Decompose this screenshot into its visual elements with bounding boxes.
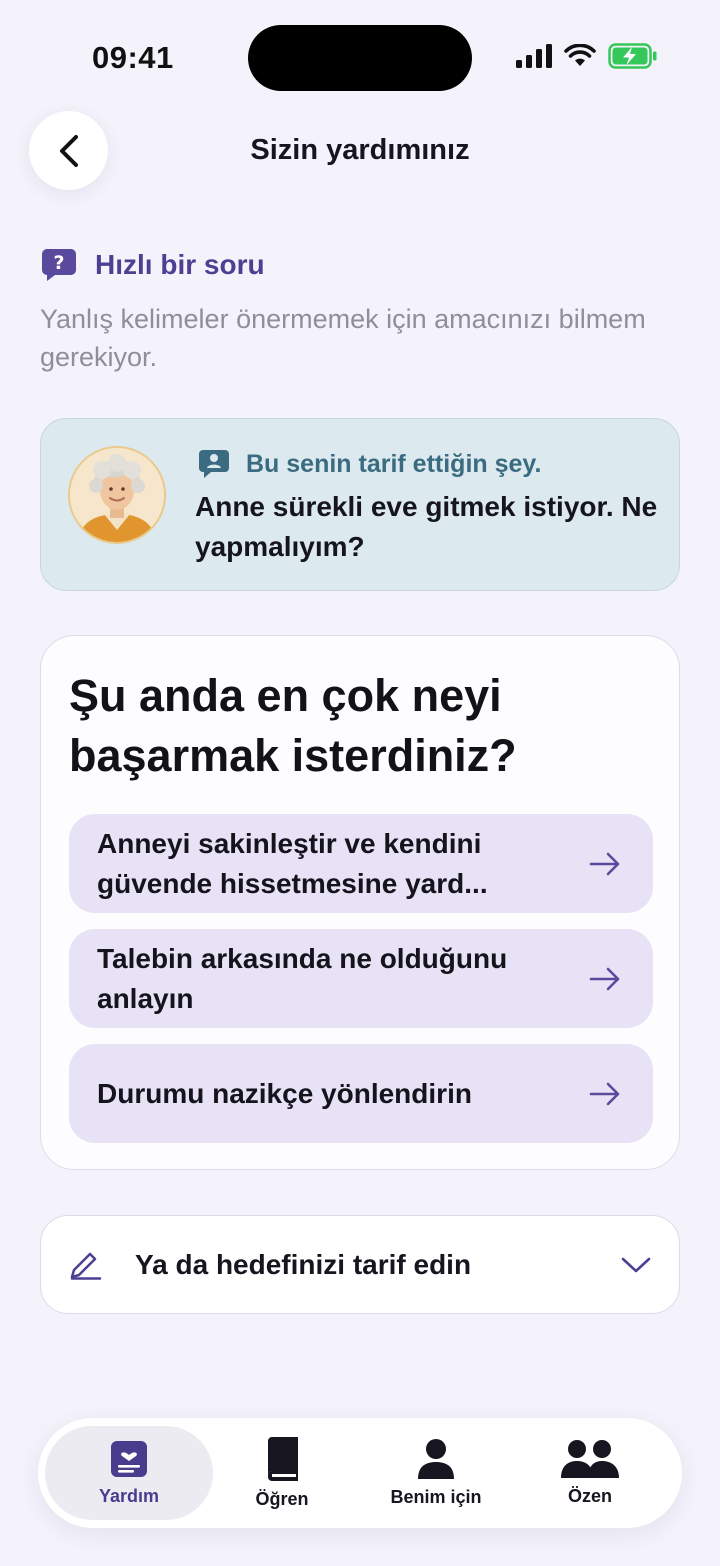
elderly-woman-avatar-icon bbox=[70, 448, 164, 542]
pencil-icon bbox=[70, 1252, 102, 1280]
describe-goal-label: Ya da hedefinizi tarif edin bbox=[135, 1248, 472, 1280]
arrow-right-icon bbox=[585, 1074, 625, 1114]
tab-ogren[interactable]: Öğren bbox=[206, 1418, 358, 1528]
tab-yardim[interactable]: Yardım bbox=[45, 1426, 213, 1520]
dynamic-island bbox=[248, 25, 472, 91]
goal-option-understand[interactable]: Talebin arkasında ne olduğunu anlayın bbox=[69, 929, 653, 1028]
svg-text:?: ? bbox=[53, 252, 64, 274]
status-bar: 09:41 bbox=[0, 0, 720, 110]
chat-person-icon bbox=[199, 450, 229, 478]
goal-option-label: Durumu nazikçe yönlendirin bbox=[97, 1077, 472, 1109]
person-icon bbox=[418, 1438, 454, 1479]
tab-label: Öğren bbox=[255, 1488, 309, 1509]
battery-charging-icon bbox=[608, 43, 657, 69]
status-time: 09:41 bbox=[92, 40, 174, 75]
tab-ozen[interactable]: Özen bbox=[514, 1418, 666, 1528]
chevron-down-icon bbox=[621, 1257, 651, 1272]
tab-benim-icin[interactable]: Benim için bbox=[360, 1418, 512, 1528]
cellular-signal-icon bbox=[516, 44, 552, 68]
description-label-row: Bu senin tarif ettiğin şey. bbox=[198, 449, 541, 479]
avatar bbox=[68, 446, 166, 544]
describe-goal-dropdown[interactable]: Ya da hedefinizi tarif edin bbox=[40, 1215, 680, 1314]
book-icon bbox=[268, 1436, 298, 1481]
goal-option-redirect[interactable]: Durumu nazikçe yönlendirin bbox=[69, 1044, 653, 1143]
description-text: Anne sürekli eve gitmek istiyor. Ne yapm… bbox=[195, 491, 658, 562]
goal-option-label: Talebin arkasında ne olduğunu anlayın bbox=[97, 942, 508, 1014]
goal-option-label: Anneyi sakinleştir ve kendini güvende hi… bbox=[97, 827, 488, 899]
wifi-icon bbox=[564, 44, 596, 66]
help-card-icon bbox=[111, 1440, 147, 1477]
goal-question-title: Şu anda en çok neyi başarmak isterdiniz? bbox=[69, 670, 517, 781]
description-card: Bu senin tarif ettiğin şey. Anne sürekli… bbox=[40, 418, 680, 591]
description-label: Bu senin tarif ettiğin şey. bbox=[246, 449, 542, 478]
goal-card: Şu anda en çok neyi başarmak isterdiniz?… bbox=[40, 635, 680, 1170]
people-icon bbox=[561, 1439, 619, 1478]
tab-label: Benim için bbox=[390, 1486, 482, 1507]
arrow-right-icon bbox=[585, 844, 625, 884]
quick-question-header: ? Hızlı bir soru bbox=[41, 248, 265, 282]
goal-option-calm[interactable]: Anneyi sakinleştir ve kendini güvende hi… bbox=[69, 814, 653, 913]
quick-question-text: Yanlış kelimeler önermemek için amacınız… bbox=[40, 304, 646, 372]
question-bubble-icon: ? bbox=[42, 249, 76, 281]
tab-label: Yardım bbox=[98, 1485, 160, 1506]
page-title: Sizin yardımınız bbox=[250, 134, 470, 166]
quick-question-title: Hızlı bir soru bbox=[95, 249, 265, 280]
status-icons bbox=[516, 43, 658, 69]
tab-label: Özen bbox=[567, 1485, 612, 1506]
arrow-right-icon bbox=[585, 959, 625, 999]
tab-bar: Yardım Öğren Benim için Özen bbox=[38, 1418, 682, 1528]
